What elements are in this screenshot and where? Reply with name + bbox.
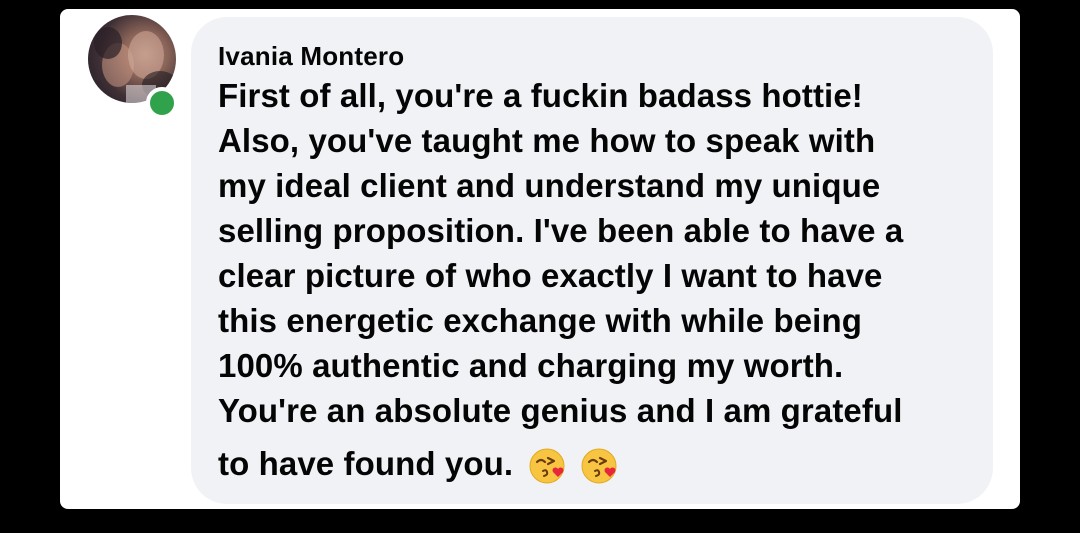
kissing-heart-emoji-icon bbox=[580, 445, 620, 485]
comment-bubble: Ivania Montero First of all, you're a fu… bbox=[191, 17, 993, 504]
comment-author-name[interactable]: Ivania Montero bbox=[218, 41, 404, 72]
comment-text-line: to have found you. bbox=[218, 445, 514, 482]
kissing-heart-emoji-icon bbox=[528, 445, 568, 485]
comment-text-last-line: to have found you. bbox=[218, 445, 620, 485]
comment-text-line: clear picture of who exactly I want to h… bbox=[218, 257, 883, 294]
comment-text-line: Also, you've taught me how to speak with bbox=[218, 122, 876, 159]
comment-text-line: my ideal client and understand my unique bbox=[218, 167, 881, 204]
online-status-indicator bbox=[146, 87, 178, 119]
comment-text-line: this energetic exchange with while being bbox=[218, 302, 862, 339]
comment-card: Ivania Montero First of all, you're a fu… bbox=[60, 9, 1020, 509]
avatar-container[interactable] bbox=[88, 15, 178, 119]
comment-text-line: First of all, you're a fuckin badass hot… bbox=[218, 77, 863, 114]
comment-text-line: 100% authentic and charging my worth. bbox=[218, 347, 844, 384]
comment-text-line: You're an absolute genius and I am grate… bbox=[218, 392, 903, 429]
comment-text-line: selling proposition. I've been able to h… bbox=[218, 212, 904, 249]
